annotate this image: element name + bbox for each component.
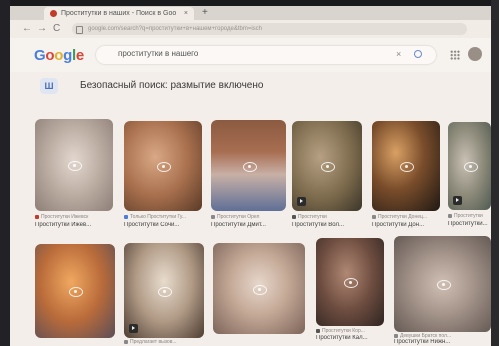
result-source[interactable]: Проститутки Донец... (372, 214, 440, 220)
result-image-blurred[interactable] (394, 236, 491, 332)
tab-favicon-icon (50, 10, 57, 17)
result-image-blurred[interactable] (448, 122, 491, 210)
browser-toolbar: ← → C google.com/search?q=проститутки+в+… (10, 20, 491, 38)
browser-tab[interactable]: Проститутки в наших - Поиск в Google × (44, 7, 194, 20)
blurred-eye-icon (242, 161, 257, 172)
apps-grid-icon[interactable] (450, 50, 460, 60)
safesearch-banner: Ш Безопасный поиск: размытие включено (10, 72, 491, 100)
result-image-blurred[interactable] (35, 244, 115, 338)
result-caption[interactable]: Проститутки Вол... (292, 222, 362, 228)
result-image-blurred[interactable] (124, 121, 202, 211)
monitor-bezel-right (491, 0, 499, 346)
result-image-blurred[interactable] (124, 243, 204, 338)
browser-tab-strip: Проститутки в наших - Поиск в Google × + (10, 6, 491, 20)
result-image-blurred[interactable] (211, 120, 286, 211)
result-image-blurred[interactable] (35, 119, 113, 211)
result-caption[interactable]: Проститутки... (448, 221, 491, 227)
google-header: Google проститутки в нашего × (10, 38, 491, 73)
blurred-eye-icon (253, 284, 267, 295)
blurred-eye-icon (158, 286, 172, 297)
blurred-eye-icon (69, 287, 83, 297)
result-caption[interactable]: Проститутки Дмит... (211, 222, 286, 228)
google-logo[interactable]: Google (34, 47, 84, 64)
video-badge-icon (129, 324, 138, 333)
result-caption[interactable]: Проститутки Нижн... (394, 339, 491, 345)
account-avatar[interactable] (468, 47, 482, 61)
result-source[interactable]: Только Проститутки Гу... (124, 214, 202, 220)
new-tab-button[interactable]: + (202, 6, 208, 20)
back-icon[interactable]: ← (22, 22, 32, 36)
tab-close-icon[interactable]: × (184, 7, 188, 20)
blurred-eye-icon (436, 280, 451, 290)
search-icon[interactable] (414, 50, 422, 58)
result-image-blurred[interactable] (372, 121, 440, 211)
result-image-blurred[interactable] (292, 121, 362, 211)
blurred-eye-icon (344, 278, 358, 288)
blurred-eye-icon (463, 162, 478, 172)
result-image-blurred[interactable] (316, 238, 384, 326)
blurred-eye-icon (157, 162, 171, 172)
clear-search-icon[interactable]: × (396, 49, 401, 59)
address-bar[interactable]: google.com/search?q=проститутки+в+нашем+… (72, 23, 467, 35)
result-source[interactable]: Проститутки (292, 214, 362, 220)
result-caption[interactable]: Проститутки Дон... (372, 222, 440, 228)
result-caption[interactable]: Проститутки Кал... (316, 335, 384, 341)
result-source[interactable]: Предлагает вызов... (124, 339, 204, 345)
tab-title: Проститутки в наших - Поиск в Google (61, 10, 176, 17)
forward-icon[interactable]: → (37, 22, 47, 36)
lock-icon (76, 26, 83, 34)
result-source[interactable]: Проститутки Орел (211, 214, 286, 220)
blurred-eye-icon (400, 162, 414, 172)
result-source[interactable]: Проститутки Ижевск (35, 214, 113, 220)
search-input[interactable]: проститутки в нашего (118, 49, 198, 58)
result-image-blurred[interactable] (213, 243, 305, 334)
safesearch-message[interactable]: Безопасный поиск: размытие включено (80, 80, 263, 91)
result-source[interactable]: Проститутки Кор... (316, 328, 384, 334)
blurred-eye-icon (68, 161, 82, 171)
blurred-eye-icon (321, 162, 335, 172)
video-badge-icon (297, 197, 306, 206)
video-badge-icon (453, 196, 462, 205)
result-caption[interactable]: Проститутки Сочи... (124, 222, 202, 228)
reload-icon[interactable]: C (53, 22, 60, 36)
safesearch-icon: Ш (40, 78, 58, 94)
search-box[interactable]: проститутки в нашего × (96, 46, 436, 64)
result-source[interactable]: Проститутки (448, 213, 491, 219)
result-caption[interactable]: Проститутки Ижев... (35, 222, 113, 228)
monitor-bezel-left (0, 0, 10, 346)
